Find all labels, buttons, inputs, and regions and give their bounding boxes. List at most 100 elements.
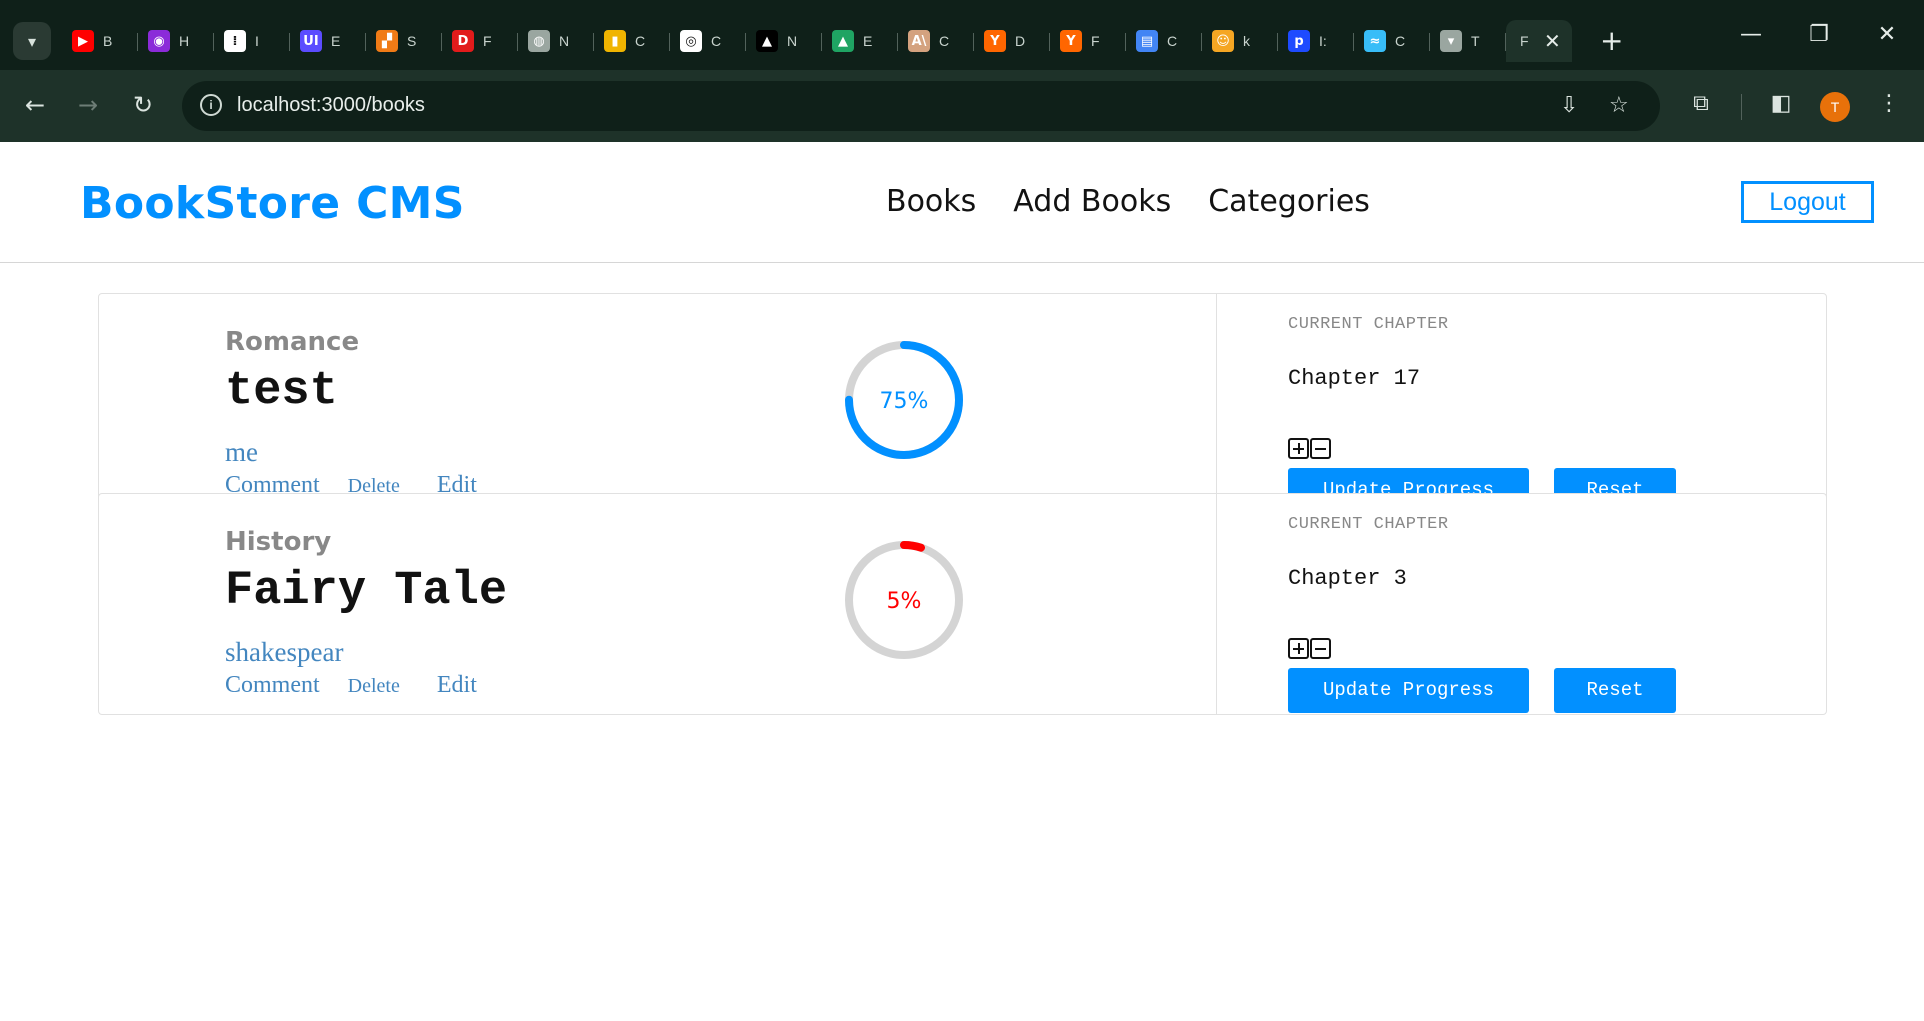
browser-tab[interactable]: UI E [290,20,366,62]
browser-tab[interactable]: ⁞ I [214,20,290,62]
book-author[interactable]: me [225,437,258,468]
book-title: test [225,365,338,418]
browser-tab[interactable]: A\ C [898,20,974,62]
uiverse-icon: UI [300,30,322,52]
delete-button[interactable]: Delete [348,675,400,698]
extensions-icon[interactable]: ⧉ [1686,91,1716,116]
browser-tab[interactable]: ▾ T [1430,20,1506,62]
minus-box-icon[interactable] [1310,638,1331,659]
tab-title: C [939,33,949,49]
arrow-left-icon: ← [24,91,46,119]
book-category: History [225,527,332,557]
minus-box-icon[interactable] [1310,438,1331,459]
browser-tab[interactable]: DF [442,20,518,62]
update-progress-button[interactable]: Update Progress [1288,668,1529,713]
browser-tab[interactable]: p I: [1278,20,1354,62]
browser-tab[interactable]: ▶ B [62,20,138,62]
ycombinator-icon: Y [1060,30,1082,52]
cat-icon: ☺ [1212,30,1234,52]
chapter-stepper [1288,438,1331,459]
current-chapter-value: Chapter 17 [1288,366,1421,391]
p-icon: p [1288,30,1310,52]
browser-tab-active[interactable]: F ✕ [1506,20,1572,62]
hashnode-icon: ◉ [148,30,170,52]
menu-kebab-icon[interactable]: ⋮ [1874,91,1904,116]
jar-icon: ▮ [604,30,626,52]
tailwind-icon: ≈ [1364,30,1386,52]
browser-tab[interactable]: ◉ H [138,20,214,62]
nav-books[interactable]: Books [886,184,976,219]
browser-tab[interactable]: ▲ E [822,20,898,62]
browser-tab[interactable]: ▤ C [1126,20,1202,62]
current-chapter-label: CURRENT CHAPTER [1288,515,1449,534]
progress-ring: 75% [845,341,963,459]
minimize-icon: — [1740,22,1762,47]
plus-box-icon[interactable] [1288,438,1309,459]
forward-button[interactable]: → [73,90,103,120]
tab-title: C [1395,33,1405,49]
tab-title: E [863,33,873,49]
tab-title: F [1520,33,1529,49]
browser-tab[interactable]: ≈ C [1354,20,1430,62]
tab-title: I: [1319,33,1327,49]
tab-title: k [1243,33,1250,49]
restore-button[interactable]: ❐ [1799,22,1839,47]
restore-icon: ❐ [1809,22,1829,47]
new-tab-button[interactable]: + [1600,24,1623,58]
tab-title: F [1091,33,1100,49]
book-actions: Comment Delete Edit [225,672,477,699]
brand-logo[interactable]: BookStore CMS [80,178,465,229]
reload-button[interactable]: ↻ [128,90,158,120]
browser-tab[interactable]: ◎ C [670,20,746,62]
tab-title: I [255,33,259,49]
bookmark-star-icon[interactable]: ☆ [1609,93,1629,118]
minimize-button[interactable]: — [1731,22,1771,47]
nav-add-books[interactable]: Add Books [1013,184,1171,219]
book-card: History Fairy Tale shakespear Comment De… [98,493,1827,715]
close-tab-icon[interactable]: ✕ [1544,29,1561,53]
book-author[interactable]: shakespear [225,637,343,668]
browser-tab[interactable]: ☺ k [1202,20,1278,62]
main-nav: Books Add Books Categories [886,184,1370,219]
browser-tab[interactable]: ◍ N [518,20,594,62]
edit-button[interactable]: Edit [437,672,477,699]
nav-categories[interactable]: Categories [1208,184,1370,219]
waveform-icon: ⁞ [224,30,246,52]
close-window-button[interactable]: ✕ [1867,22,1907,47]
tab-title: B [103,33,113,49]
browser-tab[interactable]: ▞ S [366,20,442,62]
tab-title: C [1167,33,1177,49]
current-chapter-label: CURRENT CHAPTER [1288,315,1449,334]
install-app-icon[interactable]: ⇩ [1560,93,1578,118]
close-icon: ✕ [1877,22,1897,47]
tab-title: C [711,33,721,49]
browser-chrome: ▾ ▶ B ◉ H ⁞ I UI E ▞ S D F ◍ N ▮ C ◎ C ▲ N ▲ E A\ C Y D Y F ▤ C ☺ k p I: ≈… [0,0,1924,142]
logout-button[interactable]: Logout [1741,181,1874,223]
url-text[interactable]: localhost:3000/books [237,94,425,117]
profile-avatar[interactable]: T [1820,92,1850,122]
tab-title: N [559,33,569,49]
docs-icon: ▤ [1136,30,1158,52]
progress-percent: 5% [887,589,922,614]
tab-search-button[interactable]: ▾ [13,22,51,60]
progress-ring: 5% [845,541,963,659]
address-bar[interactable]: i localhost:3000/books ⇩ ☆ [182,81,1660,131]
toolbar-divider [1741,94,1742,120]
comment-button[interactable]: Comment [225,672,320,699]
plus-box-icon[interactable] [1288,638,1309,659]
book-card: Romance test me Comment Delete Edit 75% … [98,293,1827,515]
back-button[interactable]: ← [20,90,50,120]
tab-title: H [179,33,189,49]
reset-button[interactable]: Reset [1554,668,1676,713]
side-panel-icon[interactable]: ◧ [1766,91,1796,116]
site-info-icon[interactable]: i [200,94,222,116]
plus-icon: + [1600,24,1624,57]
browser-tab[interactable]: ▮ C [594,20,670,62]
browser-tab[interactable]: YF [1050,20,1126,62]
tab-title: C [635,33,645,49]
current-chapter-value: Chapter 3 [1288,566,1407,591]
ycombinator-icon: Y [984,30,1006,52]
browser-tab[interactable]: YD [974,20,1050,62]
card-divider [1216,294,1217,514]
browser-tab[interactable]: ▲ N [746,20,822,62]
